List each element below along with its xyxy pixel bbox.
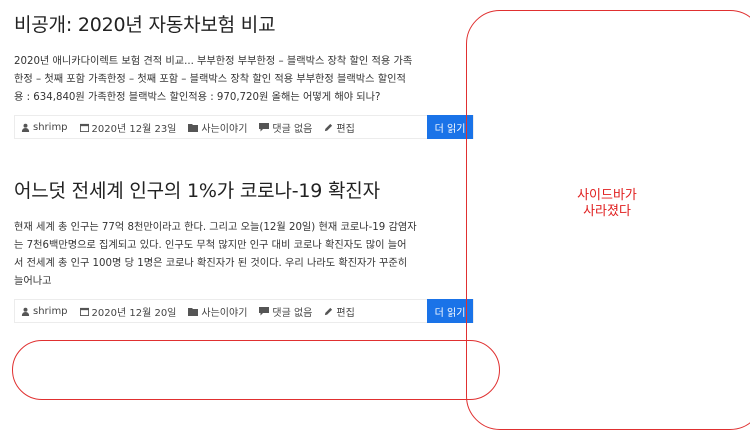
excerpt-line: 2020년 애니카다이렉트 보험 견적 비교... 부부한정 부부한정 – 블랙…: [14, 56, 413, 67]
sidebar-missing-message: 사이드바가 사라졌다: [466, 188, 748, 220]
meta-author[interactable]: shrimp: [21, 122, 68, 133]
post-date: 2020년 12월 20일: [91, 307, 177, 319]
calendar-icon: [79, 123, 89, 132]
comments-link: 댓글 없음: [272, 307, 313, 319]
sidebar-annotation-box: [466, 10, 750, 430]
bottom-annotation-box: [12, 340, 500, 400]
excerpt-line: 현재 세계 총 인구는 77억 8천만이라고 한다. 그리고 오늘(12월 20…: [14, 222, 417, 233]
sidebar-message-line: 사이드바가: [577, 188, 637, 203]
category-link: 사는이야기: [201, 123, 248, 135]
sidebar-message-line: 사라졌다: [583, 204, 631, 219]
meta-author[interactable]: shrimp: [21, 306, 68, 317]
meta-edit[interactable]: 편집: [324, 120, 355, 135]
post-meta-bar: shrimp 2020년 12월 20일 사는이야기 댓글 없음 편집 더 읽기: [14, 299, 474, 323]
edit-link: 편집: [336, 307, 355, 319]
category-link: 사는이야기: [201, 307, 248, 319]
folder-icon: [188, 307, 199, 316]
meta-category[interactable]: 사는이야기: [188, 304, 247, 319]
pencil-icon: [325, 307, 333, 315]
post-title[interactable]: 어느덧 전세계 인구의 1%가 코로나-19 확진자: [14, 176, 474, 203]
author-name: shrimp: [33, 305, 68, 317]
post-meta-bar: shrimp 2020년 12월 23일 사는이야기 댓글 없음 편집 더 읽기: [14, 115, 474, 139]
meta-category[interactable]: 사는이야기: [188, 120, 247, 135]
excerpt-line: 용 : 634,840원 가족한정 블랙박스 할인적용 : 970,720원 올…: [14, 92, 381, 103]
excerpt-line: 늘어나고: [14, 276, 52, 287]
post-excerpt: 2020년 애니카다이렉트 보험 견적 비교... 부부한정 부부한정 – 블랙…: [14, 53, 474, 107]
calendar-icon: [79, 307, 89, 316]
post-title[interactable]: 비공개: 2020년 자동차보험 비교: [14, 10, 474, 37]
user-icon: [21, 307, 30, 316]
user-icon: [21, 123, 30, 132]
folder-icon: [188, 123, 199, 132]
comment-icon: [259, 122, 270, 131]
meta-date[interactable]: 2020년 12월 23일: [79, 120, 177, 135]
meta-edit[interactable]: 편집: [324, 304, 355, 319]
comments-link: 댓글 없음: [272, 123, 313, 135]
author-name: shrimp: [33, 121, 68, 133]
pencil-icon: [325, 123, 333, 131]
excerpt-line: 는 7천6백만명으로 집계되고 있다. 인구도 무척 많지만 인구 대비 코로나…: [14, 240, 407, 251]
post-1: 비공개: 2020년 자동차보험 비교 2020년 애니카다이렉트 보험 견적 …: [14, 10, 474, 139]
excerpt-line: 서 전세계 총 인구 100명 당 1명은 코로나 확진자가 된 것이다. 우리…: [14, 258, 408, 269]
meta-comments[interactable]: 댓글 없음: [259, 304, 312, 319]
post-date: 2020년 12월 23일: [91, 123, 177, 135]
comment-icon: [259, 306, 270, 315]
excerpt-line: 한정 – 첫째 포함 가족한정 – 첫째 포함 – 블랙박스 장착 할인 적용 …: [14, 74, 406, 85]
post-2: 어느덧 전세계 인구의 1%가 코로나-19 확진자 현재 세계 총 인구는 7…: [14, 176, 474, 323]
edit-link: 편집: [336, 123, 355, 135]
post-excerpt: 현재 세계 총 인구는 77억 8천만이라고 한다. 그리고 오늘(12월 20…: [14, 219, 474, 291]
meta-date[interactable]: 2020년 12월 20일: [79, 304, 177, 319]
meta-comments[interactable]: 댓글 없음: [259, 120, 312, 135]
